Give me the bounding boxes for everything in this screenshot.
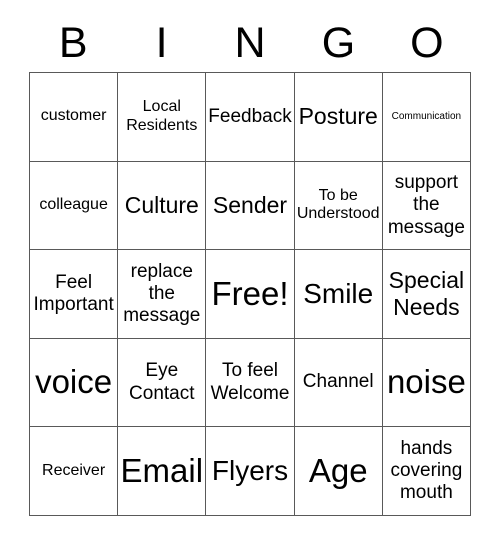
bingo-cell-r1c2[interactable]: Local Residents — [118, 73, 207, 162]
bingo-cell-r2c2[interactable]: Culture — [118, 161, 207, 251]
bingo-cell-label: Receiver — [42, 461, 106, 479]
bingo-cell-label: To be Understood — [296, 186, 380, 223]
bingo-cell-r5c4[interactable]: Age — [294, 427, 383, 516]
bingo-cell-r5c2[interactable]: Email — [118, 427, 207, 516]
bingo-cell-r1c3[interactable]: Feedback — [206, 73, 295, 162]
bingo-cell-r3c2[interactable]: replace the message — [118, 250, 207, 339]
bingo-cell-r1c1[interactable]: customer — [30, 73, 119, 162]
bingo-cell-label: Communication — [391, 110, 462, 122]
bingo-header-letter-n: N — [234, 18, 266, 67]
bingo-cell-label: Flyers — [211, 454, 289, 486]
bingo-header-letter-o: O — [410, 18, 444, 67]
bingo-cell-label: Local Residents — [126, 98, 198, 134]
bingo-header-row: BINGO — [29, 14, 471, 72]
bingo-cell-label: Email — [120, 451, 204, 489]
bingo-cell-label: hands covering mouth — [390, 437, 463, 504]
bingo-cell-label: Smile — [303, 277, 374, 309]
bingo-cell-label: Free! — [211, 274, 289, 312]
bingo-card: B I N G O customer Local Residents Feedback Pos… — [0, 0, 500, 544]
bingo-cell-r4c5[interactable]: noise — [382, 338, 471, 428]
bingo-cell-label: Special Needs — [388, 267, 465, 320]
bingo-cell-label: colleague — [39, 196, 108, 214]
bingo-cell-r2c4[interactable]: To be Understood — [294, 161, 383, 251]
bingo-cell-r5c1[interactable]: Receiver — [30, 427, 119, 516]
bingo-cell-label: Sender — [212, 191, 288, 218]
bingo-cell-r3c3[interactable]: Free! — [206, 250, 295, 339]
bingo-cell-r2c1[interactable]: colleague — [30, 161, 119, 251]
bingo-cell-r4c4[interactable]: Channel — [294, 338, 383, 428]
bingo-header-letter-i: I — [155, 18, 168, 67]
bingo-cell-r3c1[interactable]: Feel Important — [30, 250, 119, 339]
bingo-cell-r1c4[interactable]: Posture — [294, 73, 383, 162]
bingo-cell-label: Channel — [302, 371, 374, 393]
bingo-cell-r2c5[interactable]: support the message — [382, 161, 471, 251]
bingo-cell-label: To feel Welcome — [210, 360, 290, 404]
bingo-cell-label: support the message — [387, 172, 465, 238]
bingo-cell-label: Culture — [124, 191, 199, 218]
bingo-cell-r3c4[interactable]: Smile — [294, 250, 383, 339]
bingo-cell-r4c3[interactable]: To feel Welcome — [206, 338, 295, 428]
bingo-cell-r2c3[interactable]: Sender — [206, 161, 295, 251]
bingo-cell-label: Feedback — [208, 105, 292, 127]
bingo-grid: customer Local Residents Feedback Posture Co… — [29, 72, 471, 516]
bingo-cell-r4c1[interactable]: voice — [30, 338, 119, 428]
bingo-cell-label: replace the message — [123, 260, 201, 327]
bingo-cell-label: Age — [308, 451, 368, 489]
bingo-cell-r1c5[interactable]: Communication — [382, 73, 471, 162]
bingo-cell-r4c2[interactable]: Eye Contact — [118, 338, 207, 428]
bingo-cell-label: Feel Important — [33, 271, 114, 315]
bingo-cell-r5c3[interactable]: Flyers — [206, 427, 295, 516]
bingo-cell-label: Eye Contact — [129, 360, 195, 404]
bingo-header-letter-g: G — [321, 18, 356, 67]
bingo-cell-r5c5[interactable]: hands covering mouth — [382, 427, 471, 516]
bingo-cell-label: noise — [386, 363, 466, 401]
bingo-header-letter-b: B — [58, 18, 88, 67]
bingo-cell-label: customer — [40, 107, 107, 125]
bingo-cell-label: Posture — [298, 103, 378, 130]
bingo-cell-label: voice — [35, 363, 113, 401]
bingo-cell-r3c5[interactable]: Special Needs — [382, 250, 471, 339]
